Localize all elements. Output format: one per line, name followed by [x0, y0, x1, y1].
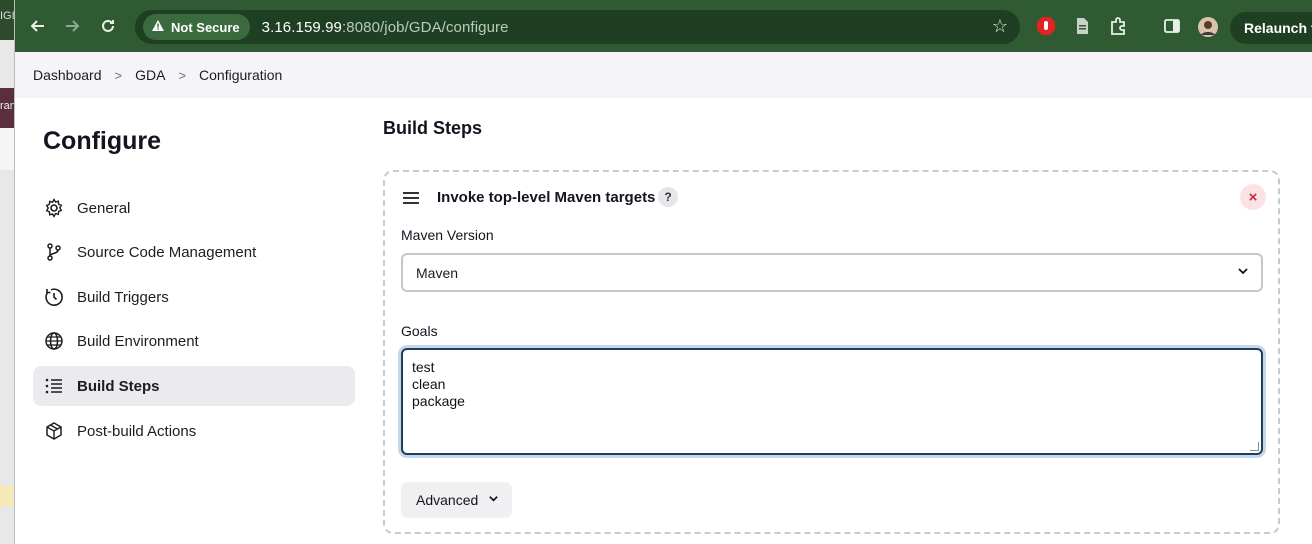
- goals-textarea[interactable]: test clean package: [401, 348, 1263, 455]
- help-icon[interactable]: ?: [658, 187, 678, 207]
- sidebar-item-source-code-management[interactable]: Source Code Management: [33, 232, 355, 272]
- security-chip[interactable]: Not Secure: [143, 14, 250, 40]
- background-window-strip: IGI ran: [0, 0, 15, 544]
- maven-version-select[interactable]: Maven: [401, 253, 1263, 292]
- delete-step-button[interactable]: ×: [1240, 184, 1266, 210]
- goals-line: test: [412, 359, 435, 375]
- sidebar-item-post-build-actions[interactable]: Post-build Actions: [33, 411, 355, 451]
- build-step-card: Invoke top-level Maven targets ? × Maven…: [383, 170, 1280, 534]
- extensions-puzzle-icon[interactable]: [1108, 16, 1128, 36]
- forward-icon[interactable]: [60, 14, 84, 38]
- page-title: Configure: [43, 127, 162, 155]
- drag-handle-icon[interactable]: [403, 192, 419, 207]
- section-title: Build Steps: [383, 118, 483, 138]
- breadcrumb-item-configuration[interactable]: Configuration: [199, 67, 282, 83]
- address-bar[interactable]: Not Secure 3.16.159.99:8080/job/GDA/conf…: [135, 10, 1020, 44]
- document-extension-icon[interactable]: [1072, 16, 1092, 36]
- maven-version-label: Maven Version: [401, 227, 494, 243]
- adblock-extension-icon[interactable]: [1036, 16, 1056, 36]
- background-text-fragment: IGI: [0, 10, 15, 22]
- reload-icon[interactable]: [96, 14, 120, 38]
- advanced-label: Advanced: [416, 492, 479, 508]
- breadcrumb-item-dashboard[interactable]: Dashboard: [33, 67, 102, 83]
- sidebar-item-build-environment[interactable]: Build Environment: [33, 321, 355, 361]
- package-icon: [43, 420, 65, 442]
- back-icon[interactable]: [26, 14, 50, 38]
- bookmark-star-icon[interactable]: ☆: [992, 16, 1008, 37]
- maven-version-value: Maven: [416, 264, 459, 281]
- background-text-fragment: ran: [0, 100, 15, 112]
- sidebar-item-general[interactable]: General: [33, 188, 355, 228]
- globe-icon: [43, 330, 65, 352]
- goals-line: package: [412, 393, 465, 409]
- side-panel-icon[interactable]: [1162, 16, 1182, 36]
- sidebar-item-label: Post-build Actions: [77, 422, 197, 440]
- list-icon: [43, 375, 65, 397]
- resize-handle[interactable]: [1250, 442, 1259, 451]
- sidebar-item-label: General: [77, 199, 131, 217]
- chevron-down-icon: [1237, 265, 1249, 280]
- goals-label: Goals: [401, 323, 438, 339]
- build-step-title: Invoke top-level Maven targets: [437, 189, 656, 206]
- warning-icon: [151, 19, 165, 35]
- profile-avatar[interactable]: [1197, 16, 1218, 37]
- breadcrumb-separator: >: [178, 67, 187, 83]
- browser-toolbar: Not Secure 3.16.159.99:8080/job/GDA/conf…: [15, 0, 1312, 52]
- sidebar-item-label: Build Steps: [77, 377, 160, 395]
- chevron-down-icon: [488, 493, 499, 507]
- sidebar-item-label: Build Triggers: [77, 288, 169, 306]
- sidebar-item-label: Source Code Management: [77, 243, 257, 261]
- gear-icon: [43, 197, 65, 219]
- security-label: Not Secure: [171, 19, 240, 35]
- relaunch-button[interactable]: Relaunch to: [1230, 12, 1312, 44]
- sidebar-item-build-triggers[interactable]: Build Triggers: [33, 277, 355, 317]
- breadcrumb: Dashboard > GDA > Configuration: [15, 52, 1312, 98]
- timer-icon: [43, 286, 65, 308]
- branch-icon: [43, 241, 65, 263]
- sidebar-item-build-steps[interactable]: Build Steps: [33, 366, 355, 406]
- advanced-button[interactable]: Advanced: [401, 482, 512, 518]
- url-text: 3.16.159.99:8080/job/GDA/configure: [261, 18, 509, 36]
- breadcrumb-item-job[interactable]: GDA: [135, 67, 165, 83]
- goals-line: clean: [412, 376, 446, 392]
- sidebar-item-label: Build Environment: [77, 332, 199, 350]
- breadcrumb-separator: >: [114, 67, 123, 83]
